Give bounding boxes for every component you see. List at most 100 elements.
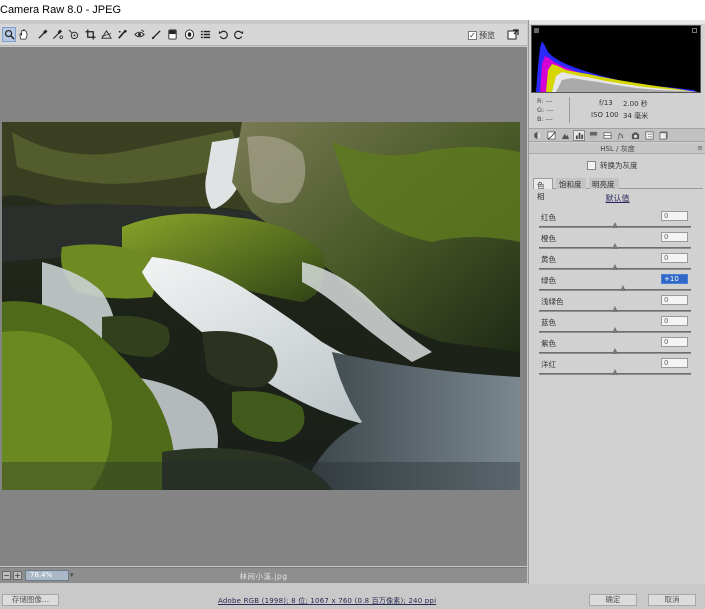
slider-value-field[interactable]: 0 <box>661 232 688 242</box>
hand-icon <box>18 29 28 40</box>
rotate-left-button[interactable] <box>217 28 229 41</box>
tab-snapshots[interactable] <box>658 131 668 140</box>
tab-saturation[interactable]: 饱和度 <box>556 178 586 189</box>
convert-grayscale-row[interactable]: 转换为灰度 <box>587 160 638 171</box>
camera-calibration-icon <box>631 132 639 140</box>
slider-value-field[interactable]: 0 <box>661 337 688 347</box>
slider-thumb-icon <box>612 348 618 354</box>
slider-label: 绿色 <box>541 276 556 285</box>
panel-tab-strip: fx <box>529 128 705 142</box>
tab-hsl[interactable] <box>573 130 585 141</box>
radial-filter-tool[interactable] <box>183 28 195 41</box>
adjustment-brush-tool[interactable] <box>150 28 162 41</box>
workflow-options-link[interactable]: Adobe RGB (1998); 8 位; 1067 x 760 (0.8 百… <box>218 596 436 606</box>
image-canvas[interactable] <box>0 47 527 566</box>
slider-thumb-icon <box>612 369 618 375</box>
zoom-tool[interactable] <box>2 27 16 42</box>
tab-split-toning[interactable] <box>588 131 598 140</box>
save-image-button[interactable]: 存储图像... <box>2 594 59 606</box>
ok-button[interactable]: 确定 <box>589 594 637 606</box>
toolbar: ✓ 预览 <box>0 24 527 46</box>
slider-label: 红色 <box>541 213 556 222</box>
slider-thumb[interactable] <box>612 369 618 375</box>
slider-label: 紫色 <box>541 339 556 348</box>
target-adjust-icon <box>68 29 78 40</box>
graduated-filter-tool[interactable] <box>166 28 178 41</box>
straighten-icon <box>100 29 112 39</box>
crop-tool[interactable] <box>84 28 96 41</box>
rgb-readout-b: B: --- <box>537 115 553 123</box>
tab-effects[interactable]: fx <box>616 131 626 140</box>
cancel-button[interactable]: 取消 <box>648 594 696 606</box>
section-title: HSL / 灰度 <box>600 145 635 153</box>
slider-value-field[interactable]: 0 <box>661 316 688 326</box>
slider-value-field[interactable]: 0 <box>661 253 688 263</box>
exif-iso: ISO 100 <box>591 111 619 119</box>
tab-tone-curve[interactable] <box>546 131 556 140</box>
adjustment-panel: R: --- G: --- B: --- f/13 2.00 秒 ISO 100… <box>528 20 705 584</box>
presets-icon <box>645 131 653 140</box>
preferences-button[interactable] <box>199 28 211 41</box>
slider-value-field[interactable]: 0 <box>661 211 688 221</box>
slider-value-field[interactable]: 0 <box>661 358 688 368</box>
rotate-cw-icon <box>233 30 243 40</box>
preview-checkbox[interactable]: ✓ <box>468 30 477 40</box>
convert-grayscale-label: 转换为灰度 <box>600 161 638 170</box>
slider-thumb[interactable] <box>612 264 618 270</box>
bottom-bar: 存储图像... Adobe RGB (1998); 8 位; 1067 x 76… <box>0 584 705 609</box>
slider-thumb-icon <box>619 285 626 291</box>
color-sampler-tool[interactable] <box>51 28 63 41</box>
histogram <box>531 25 701 93</box>
svg-text:fx: fx <box>617 133 624 140</box>
tab-detail[interactable] <box>560 131 570 140</box>
convert-grayscale-checkbox[interactable] <box>587 161 596 170</box>
white-balance-tool[interactable] <box>36 28 48 41</box>
default-link[interactable]: 默认值 <box>529 193 705 204</box>
straighten-tool[interactable] <box>100 28 112 41</box>
brush-icon <box>151 30 161 40</box>
slider-thumb[interactable] <box>612 327 618 333</box>
radial-filter-icon <box>184 29 194 40</box>
slider-value-field[interactable]: 0 <box>661 295 688 305</box>
hand-tool[interactable] <box>17 28 29 41</box>
slider-thumb[interactable] <box>612 348 618 354</box>
waterfall-photo[interactable] <box>2 122 520 490</box>
slider-value-field[interactable]: +10 <box>661 274 688 284</box>
spot-removal-tool[interactable] <box>116 28 128 41</box>
red-eye-icon <box>133 29 145 38</box>
slider-thumb-icon <box>612 222 618 228</box>
slider-thumb[interactable] <box>612 222 618 228</box>
rotate-right-button[interactable] <box>232 28 244 41</box>
slider-thumb[interactable] <box>619 285 626 291</box>
slider-thumb[interactable] <box>612 243 618 249</box>
slider-row-orange: 橙色 0 <box>529 232 705 254</box>
highlight-clipping-indicator[interactable] <box>692 28 697 33</box>
rgb-g-label: G: <box>537 106 545 114</box>
hsl-icon <box>575 132 583 140</box>
slider-thumb-icon <box>612 243 618 249</box>
red-eye-tool[interactable] <box>133 28 145 41</box>
preview-toggle[interactable]: ✓ 预览 <box>468 29 495 41</box>
rgb-g-value: --- <box>546 106 554 114</box>
tab-camera-calibration[interactable] <box>630 131 640 140</box>
tab-presets[interactable] <box>644 131 654 140</box>
fullscreen-button[interactable] <box>507 29 519 41</box>
readout-divider <box>569 97 570 123</box>
exif-shutter: 2.00 秒 <box>623 100 648 108</box>
spot-brush-icon <box>117 29 127 39</box>
magnifier-icon <box>4 29 15 40</box>
window-titlebar: Camera Raw 8.0 - JPEG <box>0 0 705 20</box>
tab-luminance[interactable]: 明亮度 <box>589 178 619 189</box>
targeted-adjustment-tool[interactable] <box>67 28 79 41</box>
snapshots-icon <box>659 131 667 140</box>
panel-menu-icon[interactable]: ≡ <box>697 144 703 152</box>
basic-icon <box>533 132 541 139</box>
tab-basic[interactable] <box>532 131 542 140</box>
tab-lens-corrections[interactable] <box>602 131 612 140</box>
shadow-clipping-indicator[interactable] <box>534 28 539 33</box>
slider-row-green: 绿色 +10 <box>529 274 705 296</box>
slider-track[interactable] <box>539 289 691 291</box>
slider-thumb[interactable] <box>612 306 618 312</box>
slider-thumb-icon <box>612 264 618 270</box>
tab-hue[interactable]: 色相 <box>533 178 553 201</box>
